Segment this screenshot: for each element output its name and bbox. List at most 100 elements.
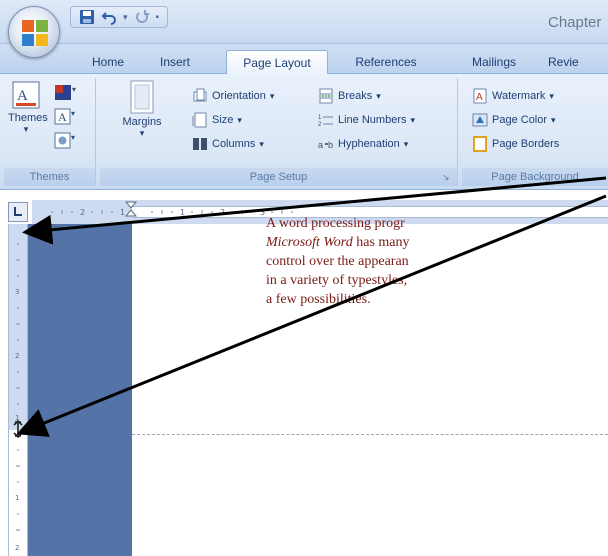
line-numbers-button[interactable]: 1 2 Line Numbers ▾ — [318, 110, 415, 130]
top-margin-boundary — [132, 434, 608, 435]
svg-text:a: a — [318, 140, 323, 150]
window-title: Chapter — [548, 14, 602, 31]
vertical-ruler[interactable]: 32112 — [8, 224, 28, 556]
page-setup-launcher-icon[interactable]: ↘ — [442, 172, 453, 183]
tab-home[interactable]: Home — [78, 50, 138, 74]
themes-label: Themes — [8, 112, 48, 124]
fonts-icon[interactable]: A ▾ — [54, 108, 76, 126]
tab-mailings[interactable]: Mailings — [462, 50, 526, 74]
columns-button[interactable]: Columns ▾ — [192, 134, 264, 154]
page-color-icon — [472, 113, 488, 127]
orientation-dropdown-icon: ▾ — [269, 90, 275, 101]
watermark-dropdown-icon: ▾ — [549, 90, 554, 101]
page-color-label: Page Color — [492, 114, 548, 126]
orientation-icon — [193, 88, 207, 102]
tab-review[interactable]: Revie — [548, 50, 608, 74]
svg-text:1: 1 — [120, 208, 125, 217]
page-setup-group: Margins ▾ Orientation ▾ Size ▾ Columns ▾… — [100, 78, 458, 186]
document-line-2-italic: Microsoft Word — [266, 235, 353, 250]
svg-text:▾: ▾ — [71, 133, 75, 142]
vertical-ruler-ticks: 32112 — [13, 243, 23, 552]
svg-text:A: A — [476, 92, 483, 103]
hyphenation-button[interactable]: a b Hyphenation ▾ — [318, 134, 408, 154]
themes-icon: A — [12, 81, 40, 109]
page-borders-button[interactable]: Page Borders — [472, 134, 559, 154]
orientation-button[interactable]: Orientation ▾ — [192, 86, 274, 106]
svg-text:1: 1 — [318, 115, 322, 121]
watermark-icon: A — [473, 88, 487, 104]
line-numbers-label: Line Numbers — [338, 114, 407, 126]
svg-text:A: A — [17, 88, 28, 104]
svg-text:2: 2 — [15, 352, 19, 360]
page-borders-icon — [473, 136, 487, 152]
document-line-1: A word processing progr — [266, 216, 405, 231]
hyphenation-dropdown-icon: ▾ — [403, 138, 409, 149]
ribbon: A Themes ▾ ▾ A ▾ ▾ Themes Margins ▾ Orie… — [0, 74, 608, 190]
line-numbers-icon: 1 2 — [318, 115, 333, 128]
title-bar: ▾ ▪ Chapter — [0, 0, 608, 44]
indent-marker-icon — [124, 201, 138, 217]
document-line-2: Microsoft Word has many — [266, 233, 476, 252]
size-button[interactable]: Size ▾ — [192, 110, 242, 130]
breaks-icon — [319, 88, 333, 104]
line-numbers-dropdown-icon: ▾ — [410, 114, 416, 125]
columns-label: Columns — [212, 138, 256, 150]
svg-text:▾: ▾ — [71, 109, 75, 118]
svg-text:1: 1 — [180, 208, 185, 217]
margins-icon — [130, 80, 154, 114]
page-borders-label: Page Borders — [492, 138, 560, 150]
document-line-3: control over the appearan — [266, 254, 409, 269]
svg-text:b: b — [328, 140, 333, 150]
breaks-button[interactable]: Breaks ▾ — [318, 86, 381, 106]
svg-text:3: 3 — [260, 208, 265, 217]
margins-button[interactable]: Margins ▾ — [122, 80, 162, 139]
document-body-text[interactable]: A word processing progr Microsoft Word h… — [266, 214, 476, 309]
undo-icon[interactable] — [101, 9, 117, 25]
page-background-group: A Watermark ▾ Page Color ▾ Page Borders … — [462, 78, 608, 186]
margin-marker-icon — [13, 419, 23, 439]
office-button-icon — [22, 20, 48, 46]
undo-dropdown-icon[interactable]: ▾ — [123, 12, 128, 23]
themes-button[interactable]: A Themes ▾ — [8, 80, 48, 135]
margins-label: Margins — [122, 116, 162, 128]
effects-icon[interactable]: ▾ — [54, 132, 76, 150]
tab-stop-selector[interactable] — [8, 202, 28, 222]
size-label: Size — [212, 114, 234, 126]
svg-text:3: 3 — [15, 288, 19, 296]
svg-text:▾: ▾ — [72, 85, 76, 94]
office-button[interactable] — [8, 6, 60, 58]
document-line-4: in a variety of typestyles, — [266, 273, 408, 288]
margins-dropdown-icon: ▾ — [139, 128, 145, 138]
svg-text:2: 2 — [220, 208, 225, 217]
quick-access-toolbar: ▾ ▪ — [70, 6, 169, 28]
tab-references[interactable]: References — [344, 50, 428, 74]
themes-group: A Themes ▾ ▾ A ▾ ▾ Themes — [4, 78, 96, 186]
tab-page-layout[interactable]: Page Layout — [226, 50, 328, 74]
tab-insert[interactable]: Insert — [150, 50, 200, 74]
page-color-button[interactable]: Page Color ▾ — [472, 110, 556, 130]
hyphenation-icon: a b — [318, 140, 333, 150]
size-dropdown-icon: ▾ — [237, 114, 242, 125]
ribbon-tabs: Home Insert Page Layout References Maili… — [0, 44, 608, 74]
page-color-dropdown-icon: ▾ — [551, 114, 556, 125]
document-line-2-rest: has many — [352, 235, 410, 250]
colors-icon[interactable]: ▾ — [54, 84, 76, 102]
document-line-5: a few possibilities. — [266, 292, 371, 307]
page-background-group-label: Page Background — [462, 168, 608, 186]
orientation-label: Orientation — [212, 90, 266, 102]
size-icon — [192, 112, 207, 128]
page-setup-group-label: Page Setup — [100, 168, 457, 186]
save-icon[interactable] — [79, 9, 95, 25]
qat-dropdown-icon[interactable]: ▪ — [156, 12, 160, 23]
watermark-button[interactable]: A Watermark ▾ — [472, 86, 554, 106]
columns-icon — [193, 138, 207, 150]
watermark-label: Watermark — [492, 90, 546, 102]
themes-group-label: Themes — [4, 168, 95, 186]
themes-dropdown-icon: ▾ — [23, 124, 29, 134]
tab-stop-icon — [14, 207, 22, 216]
breaks-dropdown-icon: ▾ — [376, 90, 381, 101]
svg-text:2: 2 — [15, 544, 19, 552]
redo-icon[interactable] — [134, 9, 150, 25]
columns-dropdown-icon: ▾ — [259, 138, 264, 149]
svg-text:1: 1 — [15, 494, 19, 502]
